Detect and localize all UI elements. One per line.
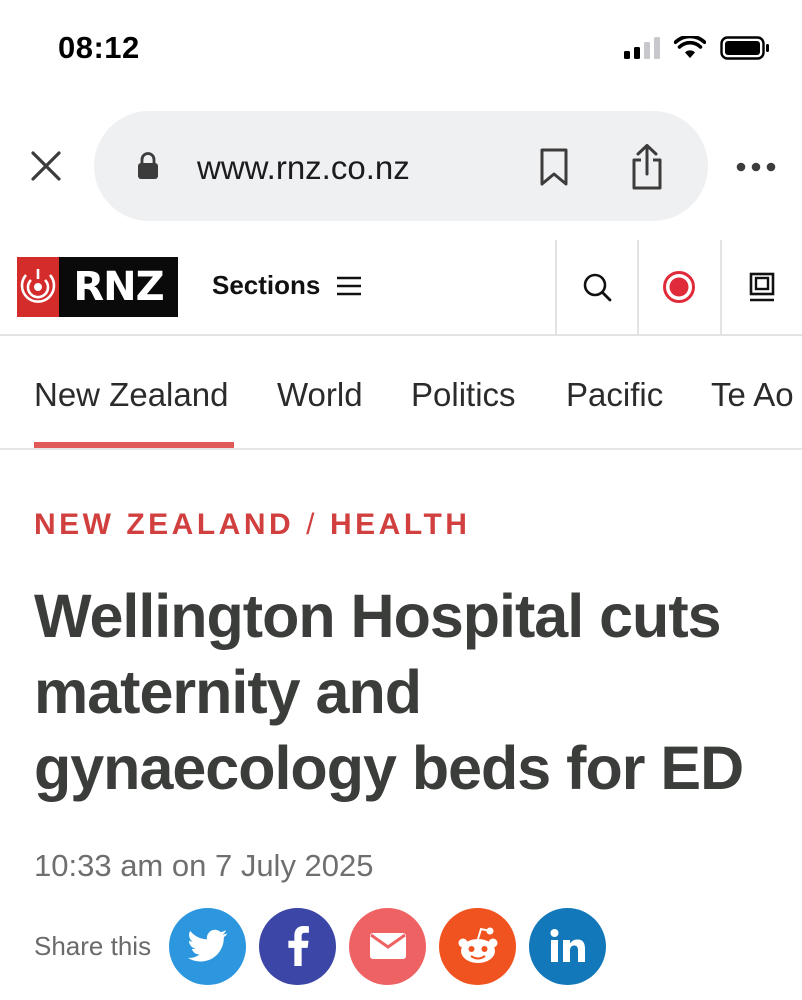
url-bar[interactable]: www.rnz.co.nz (94, 111, 708, 221)
email-icon (369, 933, 406, 959)
status-bar: 08:12 (0, 0, 802, 96)
bookmark-icon[interactable] (538, 147, 570, 187)
kicker-separator: / (306, 508, 318, 541)
share-twitter-button[interactable] (169, 907, 247, 985)
site-header: RNZ Sections (0, 240, 802, 336)
close-icon[interactable] (28, 148, 64, 184)
kicker-link-health[interactable]: HEALTH (330, 508, 470, 541)
logo-mark-icon (17, 257, 59, 317)
facebook-icon (287, 926, 309, 966)
share-linkedin-button[interactable] (529, 907, 607, 985)
wifi-icon (674, 36, 706, 58)
share-icon[interactable] (629, 143, 665, 191)
search-icon (583, 273, 612, 302)
status-icons (624, 36, 770, 60)
mini-player-button[interactable] (720, 240, 802, 334)
active-tab-indicator (34, 442, 234, 448)
hamburger-icon (337, 276, 362, 295)
tab-new-zealand[interactable]: New Zealand (34, 376, 228, 414)
more-options-icon[interactable] (736, 162, 776, 172)
kicker-link-new-zealand[interactable]: NEW ZEALAND (34, 508, 294, 541)
lock-icon (138, 152, 158, 179)
share-label: Share this (34, 930, 152, 961)
logo-text: RNZ (59, 257, 178, 317)
share-email-button[interactable] (349, 907, 427, 985)
linkedin-icon (550, 929, 585, 962)
tab-te-ao[interactable]: Te Ao (711, 376, 794, 414)
status-time: 08:12 (58, 30, 140, 65)
live-record-icon (663, 271, 695, 303)
cellular-signal-icon (624, 37, 660, 59)
browser-bar: www.rnz.co.nz (0, 110, 802, 222)
search-button[interactable] (555, 240, 637, 334)
sections-menu-button[interactable]: Sections (212, 270, 362, 301)
tab-world[interactable]: World (277, 376, 363, 414)
share-reddit-button[interactable] (439, 907, 517, 985)
article-headline: Wellington Hospital cuts maternity and g… (34, 582, 744, 802)
tab-politics[interactable]: Politics (411, 376, 516, 414)
article-kicker: NEW ZEALAND / HEALTH (34, 508, 470, 542)
share-bar: Share this (34, 906, 619, 986)
battery-icon (720, 36, 769, 60)
share-facebook-button[interactable] (259, 907, 337, 985)
rnz-logo[interactable]: RNZ (17, 257, 178, 317)
reddit-icon (458, 927, 498, 963)
section-tabs: New Zealand World Politics Pacific Te Ao (0, 336, 802, 450)
url-text[interactable]: www.rnz.co.nz (197, 149, 410, 187)
picture-in-picture-icon (749, 272, 775, 302)
twitter-icon (187, 929, 227, 962)
live-radio-button[interactable] (637, 240, 719, 334)
sections-label: Sections (212, 270, 321, 300)
tab-pacific[interactable]: Pacific (566, 376, 663, 414)
article-timestamp: 10:33 am on 7 July 2025 (34, 848, 374, 883)
